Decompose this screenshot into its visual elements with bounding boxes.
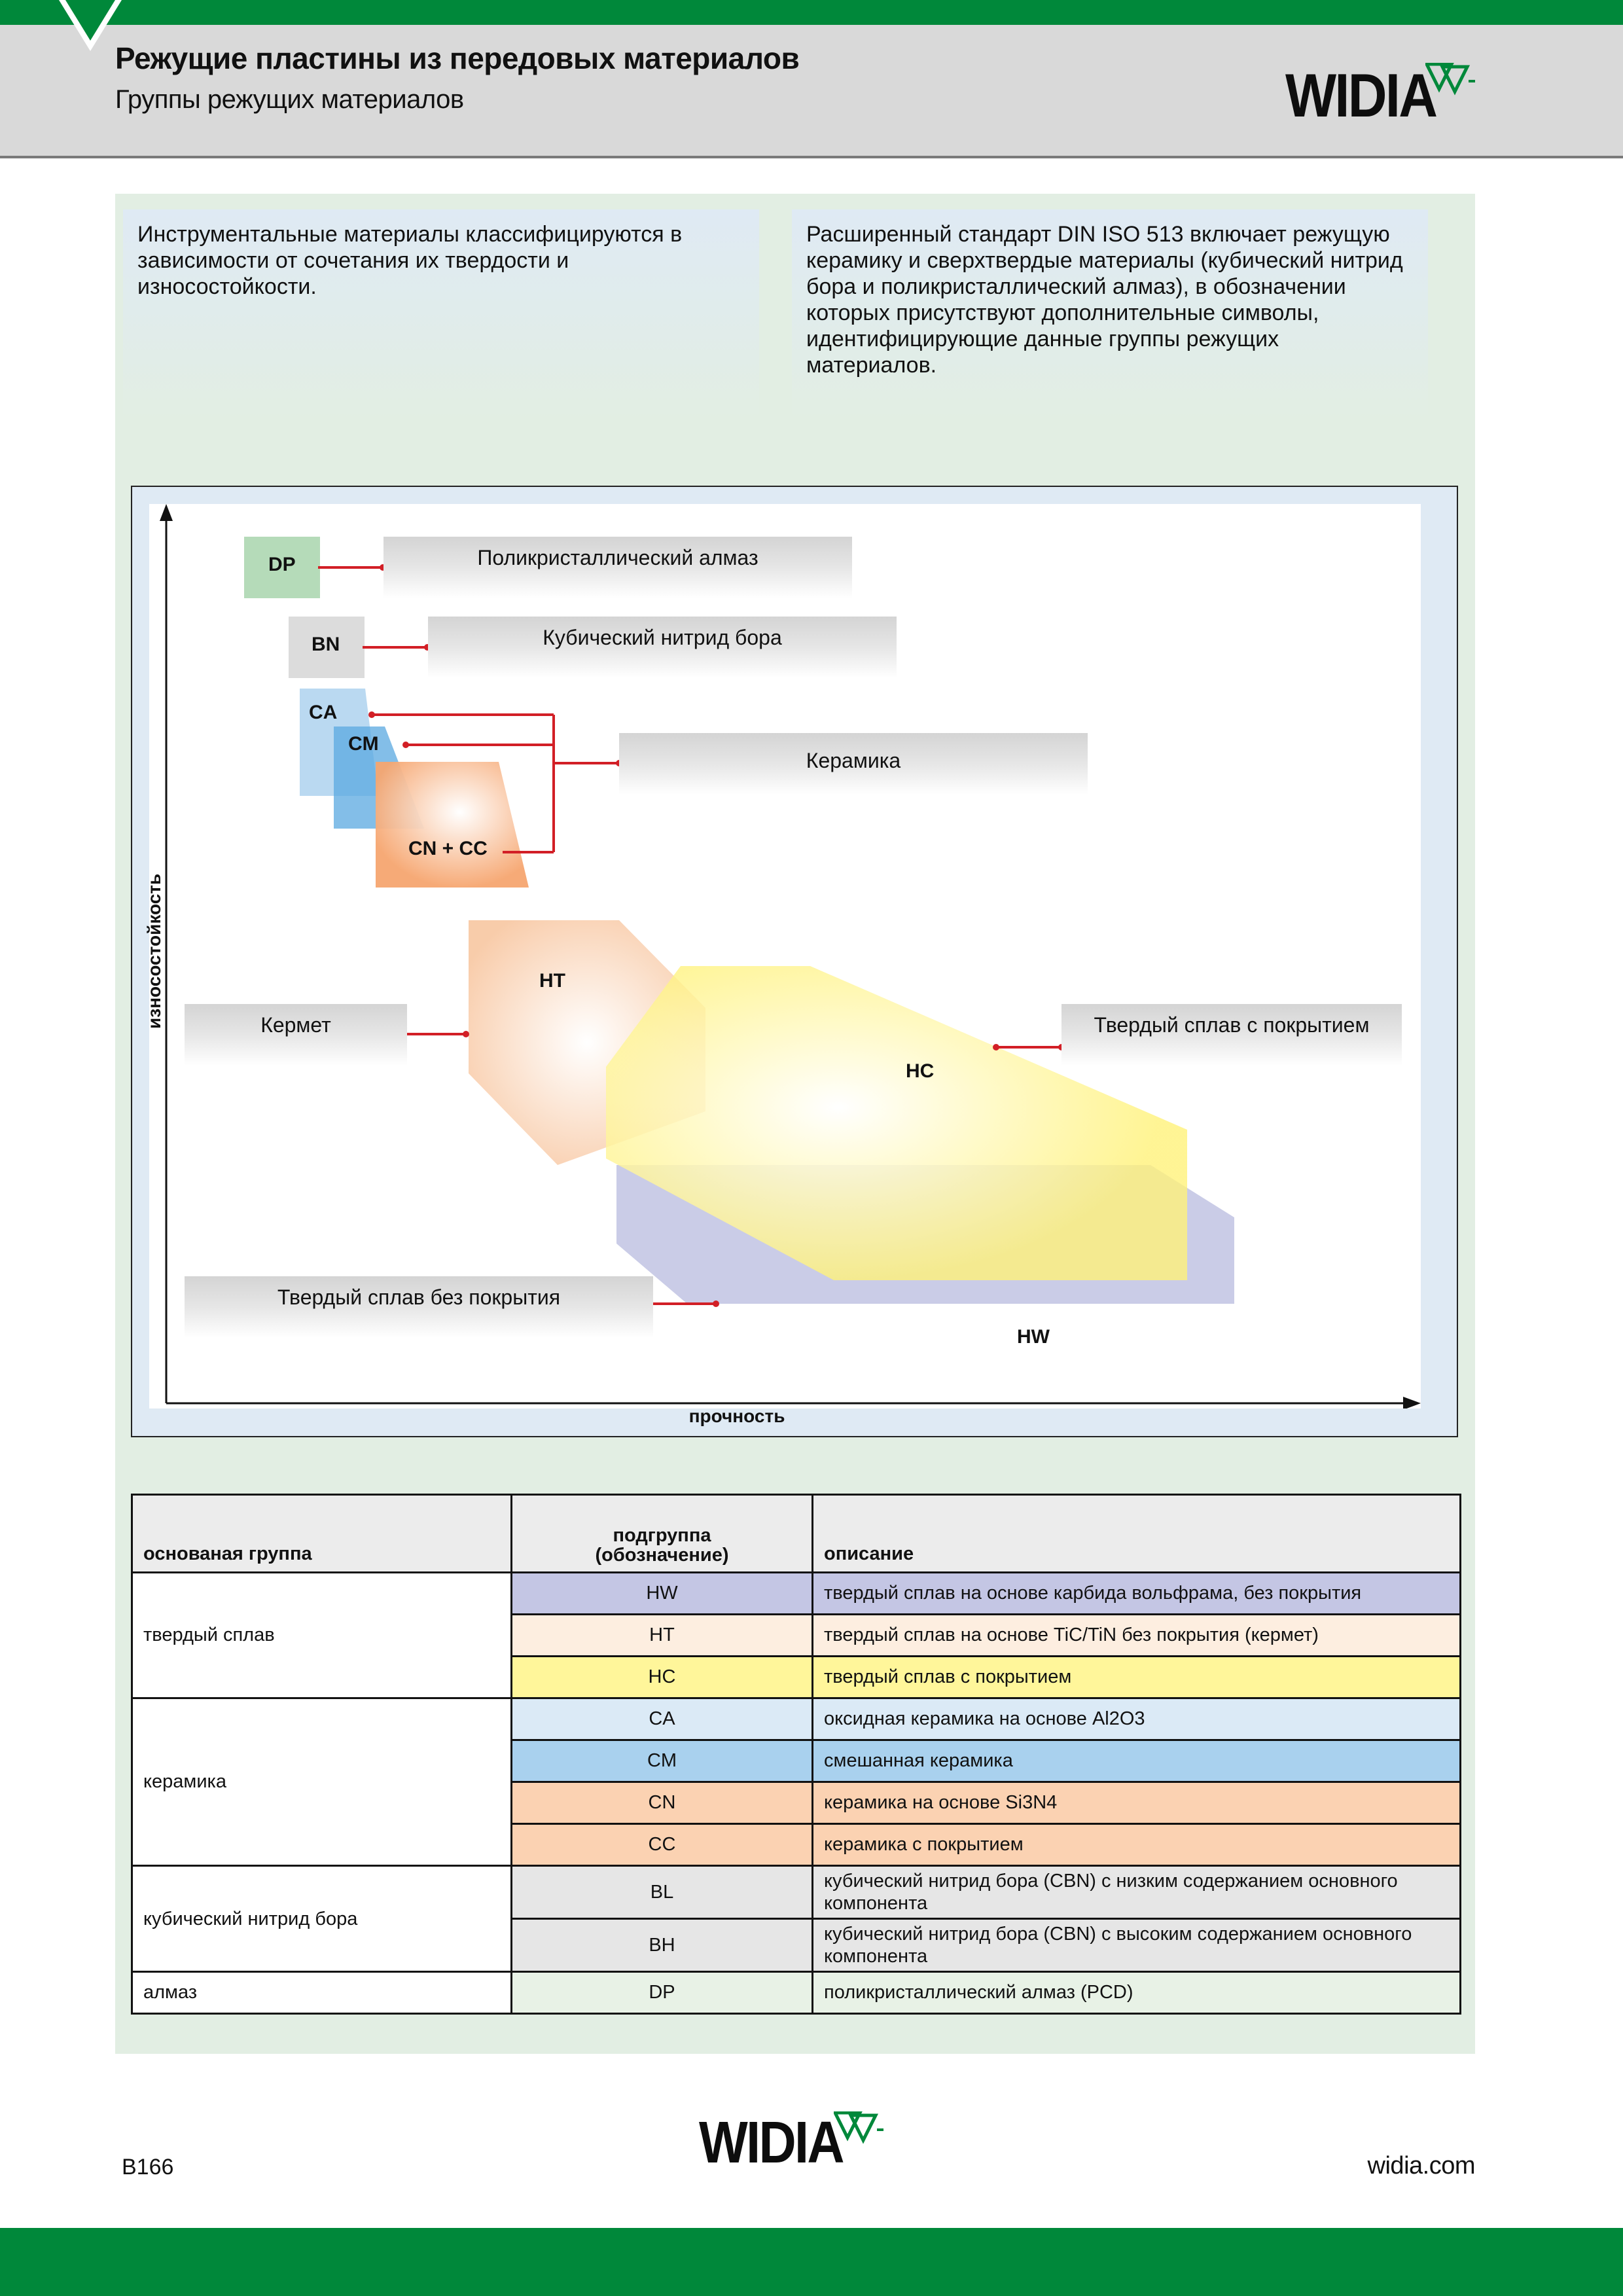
x-axis-label: прочность <box>688 1406 785 1426</box>
label-cbn: Кубический нитрид бора <box>428 617 897 678</box>
intro-text-left: Инструментальные материалы классифицирую… <box>123 209 759 419</box>
logo-wordmark: WIDIA <box>699 2110 845 2176</box>
tag-dp: DP <box>268 554 296 575</box>
table-row: алмаз DP поликристаллический алмаз (PCD) <box>131 1971 1461 2015</box>
table-row: керамика CA оксидная керамика на основе … <box>131 1697 1461 1867</box>
desc-cell: кубический нитрид бора (CBN) с высоким с… <box>812 1918 1461 1973</box>
tag-bn: BN <box>312 634 340 655</box>
desc-cell: твердый сплав с покрытием <box>812 1655 1461 1699</box>
desc-cell: поликристаллический алмаз (PCD) <box>812 1971 1461 2015</box>
tag-cn-cc: CN + CC <box>408 838 488 859</box>
code-cell: BL <box>510 1865 813 1920</box>
code-cell: CN <box>510 1781 813 1825</box>
table-row: твердый сплав HW твердый сплав на основе… <box>131 1571 1461 1699</box>
header-description: описание <box>812 1494 1461 1573</box>
corner-notch-green <box>65 0 115 41</box>
label-ceramic: Керамика <box>619 733 1088 795</box>
table-header-row: основаная группа подгруппа (обозначение)… <box>131 1494 1461 1573</box>
bottom-green-bar <box>0 2228 1623 2296</box>
tag-hw: HW <box>1017 1326 1050 1348</box>
tag-ht: HT <box>539 970 565 992</box>
label-coated-carbide: Твердый сплав с покрытием <box>1061 1004 1402 1066</box>
widia-triangles-icon <box>834 2111 883 2144</box>
tag-cm: CM <box>348 733 379 755</box>
header-logo: WIDIA <box>1285 63 1482 128</box>
code-cell: CA <box>510 1697 813 1741</box>
label-cermet: Кермет <box>185 1004 407 1066</box>
header-main-group: основаная группа <box>131 1494 512 1573</box>
tag-ca: CA <box>309 702 338 723</box>
site-url[interactable]: widia.com <box>1368 2152 1476 2180</box>
desc-cell: смешанная керамика <box>812 1739 1461 1783</box>
code-cell: DP <box>510 1971 813 2015</box>
page-title: Режущие пластины из передовых материалов <box>115 41 800 75</box>
footer-logo: WIDIA <box>699 2111 895 2177</box>
code-cell: HT <box>510 1613 813 1657</box>
widia-triangles-icon <box>1425 63 1475 96</box>
code-cell: HW <box>510 1571 813 1615</box>
materials-diagram: Поликристаллический алмаз Кубический нит… <box>144 504 1421 1426</box>
page-subtitle: Группы режущих материалов <box>115 85 464 114</box>
label-pcd: Поликристаллический алмаз <box>383 537 852 598</box>
desc-cell: твердый сплав на основе TiC/TiN без покр… <box>812 1613 1461 1657</box>
logo-wordmark: WIDIA <box>1285 61 1438 130</box>
desc-cell: керамика с покрытием <box>812 1823 1461 1867</box>
top-green-bar <box>0 0 1623 25</box>
materials-table: основаная группа подгруппа (обозначение)… <box>131 1494 1461 2015</box>
code-cell: CM <box>510 1739 813 1783</box>
code-cell: BH <box>510 1918 813 1973</box>
label-uncoated-carbide: Твердый сплав без покрытия <box>185 1276 653 1338</box>
desc-cell: керамика на основе Si3N4 <box>812 1781 1461 1825</box>
group-cell: керамика <box>131 1697 512 1867</box>
group-cell: кубический нитрид бора <box>131 1865 512 1973</box>
intro-text-right: Расширенный стандарт DIN ISO 513 включае… <box>792 209 1428 419</box>
desc-cell: оксидная керамика на основе Al2O3 <box>812 1697 1461 1741</box>
table-row: кубический нитрид бора BL кубический нит… <box>131 1865 1461 1973</box>
desc-cell: твердый сплав на основе карбида вольфрам… <box>812 1571 1461 1615</box>
y-axis-label: износостойкость <box>144 873 164 1029</box>
group-cell: твердый сплав <box>131 1571 512 1699</box>
desc-cell: кубический нитрид бора (CBN) с низким со… <box>812 1865 1461 1920</box>
group-cell: алмаз <box>131 1971 512 2015</box>
code-cell: HC <box>510 1655 813 1699</box>
code-cell: CC <box>510 1823 813 1867</box>
header-subgroup: подгруппа (обозначение) <box>510 1494 813 1573</box>
page-number: B166 <box>122 2155 174 2179</box>
tag-hc: HC <box>906 1060 935 1082</box>
